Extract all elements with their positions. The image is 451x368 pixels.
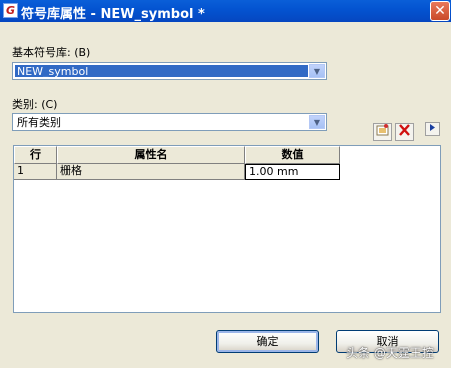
properties-table[interactable]: 行 属性名 数值 1 栅格 1.00 mm [13,145,441,313]
chevron-down-icon[interactable]: ▼ [309,115,325,129]
title-bar: G 符号库属性 - NEW_symbol * ✕ [0,0,451,22]
new-item-button[interactable] [373,123,392,141]
ok-button[interactable]: 确定 [216,330,319,353]
column-header-name[interactable]: 属性名 [57,146,245,164]
delete-icon [399,124,410,136]
library-select-value: NEW_symbol [15,65,308,78]
library-select[interactable]: NEW_symbol ▼ [12,62,327,80]
app-icon: G [3,3,18,18]
close-icon: ✕ [434,3,446,19]
category-label: 类别: (C) [12,98,58,111]
chevron-down-icon[interactable]: ▼ [309,64,325,78]
watermark: 头条 @天霆王控 [346,346,434,360]
category-select[interactable]: 所有类别 ▼ [12,113,327,131]
table-row-name[interactable]: 栅格 [57,164,245,180]
more-button[interactable] [425,122,440,136]
column-header-value[interactable]: 数值 [245,146,340,164]
category-select-value: 所有类别 [17,116,61,129]
table-row-value-input[interactable]: 1.00 mm [245,164,340,180]
close-button[interactable]: ✕ [430,1,450,21]
arrow-right-icon [430,124,435,131]
table-row-number[interactable]: 1 [14,164,57,180]
column-header-row[interactable]: 行 [14,146,57,164]
library-label: 基本符号库: (B) [12,46,91,59]
window-title: 符号库属性 - NEW_symbol * [21,7,205,22]
new-item-icon [376,124,389,136]
delete-button[interactable] [395,123,414,141]
